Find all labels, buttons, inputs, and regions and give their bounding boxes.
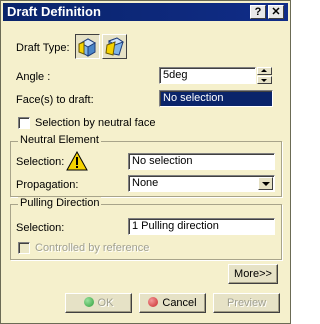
draft-basic-icon	[78, 38, 97, 57]
neutral-face-checkbox-label: Selection by neutral face	[35, 117, 156, 129]
neutral-selection-label: Selection:	[16, 156, 65, 168]
faces-input[interactable]: No selection	[159, 90, 273, 107]
angle-label: Angle :	[16, 71, 51, 83]
neutral-selection-input[interactable]: No selection	[128, 153, 275, 170]
spin-up-button[interactable]	[257, 67, 272, 75]
cancel-button[interactable]: Cancel	[139, 293, 206, 313]
cancel-dot-icon	[148, 297, 159, 308]
draft-definition-dialog: Draft Definition ? ✕ Draft Type: Angle :…	[0, 0, 291, 324]
ok-dot-icon	[83, 297, 94, 308]
propagation-value: None	[132, 177, 159, 189]
preview-button[interactable]: Preview	[213, 293, 280, 313]
more-button[interactable]: More>>	[228, 264, 278, 284]
draft-reflect-icon	[105, 37, 125, 56]
warning-icon	[66, 151, 88, 171]
window-title: Draft Definition	[7, 4, 101, 19]
help-icon: ?	[254, 6, 262, 18]
cancel-label: Cancel	[162, 297, 197, 309]
neutral-face-checkbox[interactable]	[18, 117, 30, 129]
controlled-by-reference-label: Controlled by reference	[35, 242, 150, 254]
draft-type-label: Draft Type:	[16, 42, 70, 54]
propagation-dropdown[interactable]: None	[128, 175, 275, 192]
ok-button[interactable]: OK	[65, 293, 132, 313]
preview-label: Preview	[226, 297, 267, 309]
neutral-selection-value: No selection	[132, 155, 193, 167]
angle-input[interactable]: 5deg	[159, 67, 256, 84]
pulling-selection-value: 1 Pulling direction	[132, 220, 219, 232]
pulling-selection-input[interactable]: 1 Pulling direction	[128, 218, 275, 235]
faces-value: No selection	[163, 92, 224, 104]
neutral-element-title: Neutral Element	[18, 134, 101, 146]
help-button[interactable]: ?	[250, 5, 266, 19]
close-icon: ✕	[271, 6, 281, 18]
controlled-by-reference-checkbox[interactable]	[18, 242, 30, 254]
angle-value: 5deg	[163, 69, 188, 81]
pulling-direction-title: Pulling Direction	[18, 197, 102, 209]
pulling-selection-label: Selection:	[16, 222, 65, 234]
propagation-label: Propagation:	[16, 179, 79, 191]
draft-type-basic-button[interactable]	[75, 34, 100, 59]
close-button[interactable]: ✕	[268, 5, 284, 19]
draft-type-reflect-button[interactable]	[102, 34, 127, 59]
arrow-up-icon	[261, 69, 267, 72]
arrow-down-icon	[261, 79, 267, 82]
chevron-down-icon[interactable]	[258, 177, 273, 190]
faces-label: Face(s) to draft:	[16, 94, 94, 106]
spin-down-button[interactable]	[257, 76, 272, 84]
angle-spinner[interactable]	[257, 67, 272, 84]
title-bar[interactable]: Draft Definition ? ✕	[3, 3, 288, 21]
ok-label: OK	[97, 297, 114, 309]
more-label: More>>	[234, 268, 272, 280]
